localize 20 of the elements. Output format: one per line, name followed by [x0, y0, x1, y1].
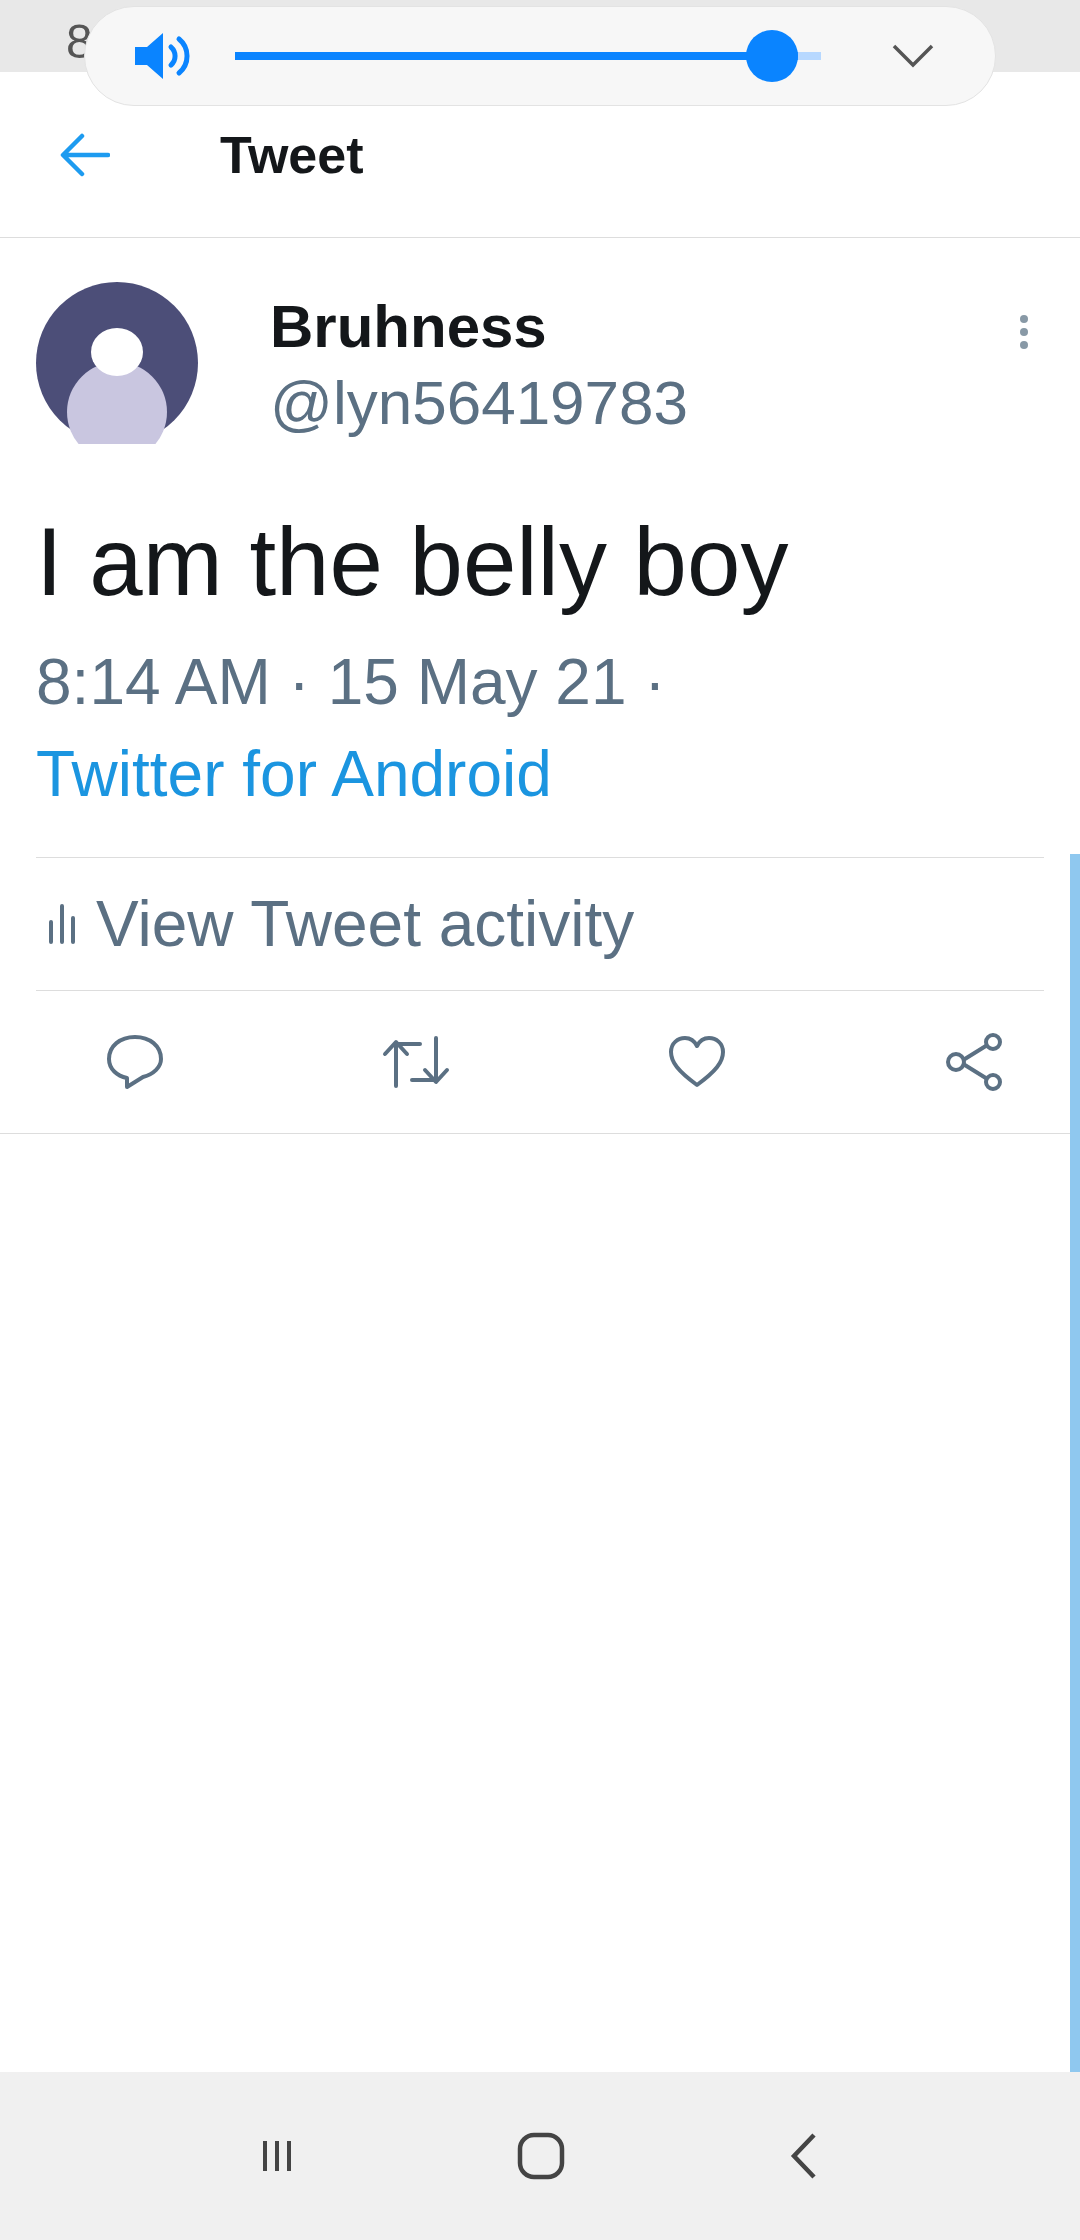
share-icon[interactable] — [944, 1033, 1004, 1092]
page-title: Tweet — [220, 124, 364, 185]
avatar[interactable] — [36, 282, 198, 444]
more-options-icon[interactable] — [1018, 314, 1030, 350]
bar-chart-icon — [48, 904, 76, 945]
back-arrow-icon[interactable] — [60, 132, 110, 177]
user-name[interactable]: Bruhness — [270, 292, 689, 361]
tweet-timestamp: 8:14 AM · 15 May 21 · — [36, 645, 667, 720]
chevron-down-icon[interactable] — [891, 43, 935, 69]
heart-icon[interactable] — [668, 1035, 726, 1090]
view-activity-link[interactable]: View Tweet activity — [36, 857, 1044, 992]
tweet-text: I am the belly boy — [36, 507, 790, 617]
tweet-source-link[interactable]: Twitter for Android — [36, 737, 1044, 812]
back-icon[interactable] — [789, 2132, 818, 2180]
recent-apps-icon[interactable] — [262, 2139, 293, 2173]
retweet-icon[interactable] — [382, 1034, 450, 1091]
reply-icon[interactable] — [106, 1034, 164, 1091]
scrollbar[interactable] — [1070, 854, 1080, 2072]
user-handle[interactable]: @lyn56419783 — [270, 367, 689, 438]
home-icon[interactable] — [517, 2132, 565, 2180]
